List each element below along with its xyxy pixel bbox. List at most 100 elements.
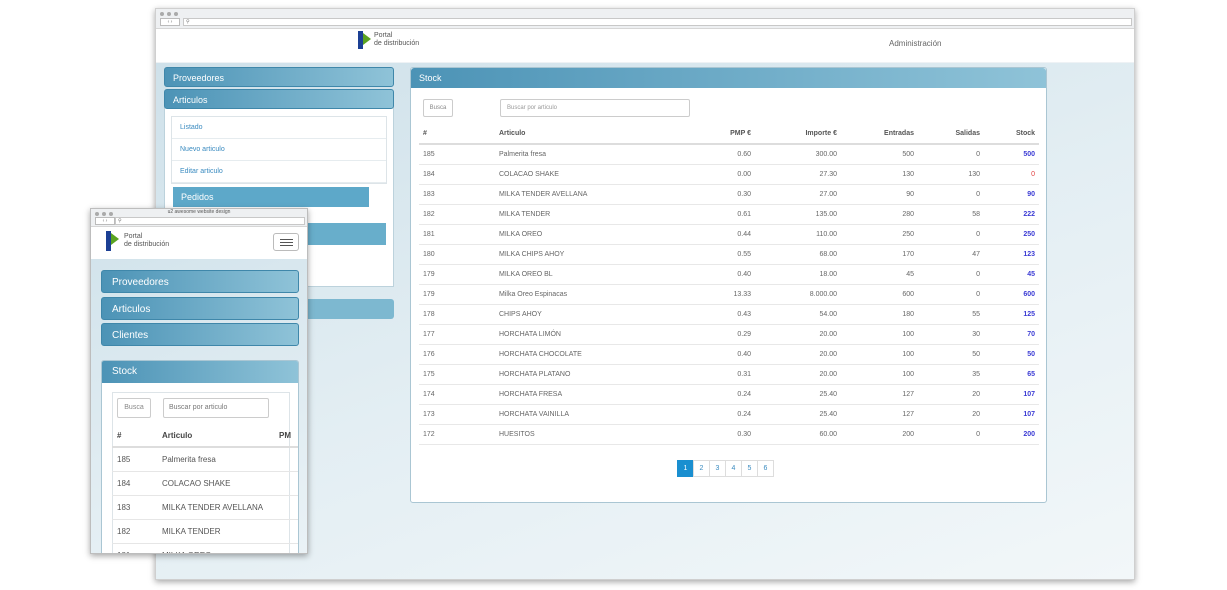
- cell-importe: 20.00: [755, 344, 841, 365]
- cell-articulo: Palmerita fresa: [157, 447, 274, 472]
- table-row[interactable]: 179 MILKA OREO BL 0.40 18.00 45 0 45: [419, 264, 1039, 285]
- cell-entradas: 100: [841, 344, 918, 365]
- cell-entradas: 127: [841, 384, 918, 405]
- menu-articulos[interactable]: Articulos: [101, 297, 299, 320]
- table-row[interactable]: 183 MILKA TENDER AVELLANA: [112, 495, 298, 520]
- sidebar-item-nuevo-articulo[interactable]: Nuevo articulo: [172, 139, 386, 161]
- cell-id: 179: [419, 264, 495, 285]
- col-pmp[interactable]: PM: [274, 425, 298, 448]
- cell-id: 179: [419, 284, 495, 305]
- cell-salidas: 0: [918, 284, 984, 305]
- table-row[interactable]: 176 HORCHATA CHOCOLATE 0.40 20.00 100 50 50: [419, 344, 1039, 365]
- cell-articulo: MILKA CHIPS AHOY: [495, 244, 665, 265]
- table-row[interactable]: 180 MILKA CHIPS AHOY 0.55 68.00 170 47 123: [419, 244, 1039, 265]
- table-row[interactable]: 185 Palmerita fresa 0.60 300.00 500 0 500: [419, 144, 1039, 165]
- cell-salidas: 0: [918, 424, 984, 445]
- page-2-button[interactable]: 2: [693, 460, 710, 477]
- back-forward-buttons[interactable]: ‹ ›: [160, 18, 180, 26]
- cell-salidas: 0: [918, 264, 984, 285]
- stock-table: # Articulo PMP € Importe € Entradas Sali…: [419, 124, 1039, 445]
- col-articulo[interactable]: Articulo: [495, 124, 665, 145]
- cell-id: 174: [419, 384, 495, 405]
- sidebar-articulos[interactable]: Articulos: [164, 89, 394, 109]
- table-row[interactable]: 178 CHIPS AHOY 0.43 54.00 180 55 125: [419, 304, 1039, 325]
- page-4-button[interactable]: 4: [725, 460, 742, 477]
- search-input[interactable]: Buscar por articulo: [163, 398, 269, 418]
- table-row[interactable]: 184 COLACAO SHAKE 0.00 27.30 130 130 0: [419, 164, 1039, 185]
- page-3-button[interactable]: 3: [709, 460, 726, 477]
- cell-salidas: 0: [918, 144, 984, 165]
- table-row[interactable]: 181MILKA OREO: [112, 543, 298, 553]
- cell-stock: 107: [984, 404, 1039, 425]
- cell-id: 185: [419, 144, 495, 165]
- address-bar[interactable]: ⚲: [183, 18, 1132, 26]
- cell-articulo: Milka Oreo Espinacas: [495, 284, 665, 305]
- cell-pmp: 13.33: [665, 284, 755, 305]
- col-pmp[interactable]: PMP €: [665, 124, 755, 145]
- search-button[interactable]: Busca: [117, 398, 151, 418]
- cell-entradas: 130: [841, 164, 918, 185]
- col-entradas[interactable]: Entradas: [841, 124, 918, 145]
- sidebar-proveedores[interactable]: Proveedores: [164, 67, 394, 87]
- table-row[interactable]: 184 COLACAO SHAKE: [112, 471, 298, 496]
- sidebar-item-listado[interactable]: Listado: [172, 117, 386, 139]
- menu-clientes[interactable]: Clientes: [101, 323, 299, 346]
- cell-id: 180: [419, 244, 495, 265]
- table-row[interactable]: 172 HUESITOS 0.30 60.00 200 0 200: [419, 424, 1039, 445]
- cell-pmp: 0.30: [665, 424, 755, 445]
- page-5-button[interactable]: 5: [741, 460, 758, 477]
- table-row[interactable]: 183 MILKA TENDER AVELLANA 0.30 27.00 90 0 90: [419, 184, 1039, 205]
- cell-importe: 20.00: [755, 364, 841, 385]
- col-articulo[interactable]: Articulo: [157, 425, 274, 448]
- search-button[interactable]: Busca: [423, 99, 453, 117]
- search-input[interactable]: Buscar por articulo: [500, 99, 690, 117]
- pagination: 123456: [677, 460, 774, 477]
- cell-id: 184: [419, 164, 495, 185]
- table-row[interactable]: 181 MILKA OREO 0.44 110.00 250 0 250: [419, 224, 1039, 245]
- search-icon: ⚲: [118, 218, 122, 224]
- table-row[interactable]: 179 Milka Oreo Espinacas 13.33 8.000.00 600 0…: [419, 284, 1039, 305]
- cell-salidas: 35: [918, 364, 984, 385]
- mobile-browser-chrome: u2 awesome website design ‹ › ⚲: [91, 209, 307, 227]
- admin-link[interactable]: Administración: [889, 39, 941, 48]
- cell-articulo: MILKA TENDER AVELLANA: [495, 184, 665, 205]
- table-row[interactable]: 182 MILKA TENDER 0.61 135.00 280 58 222: [419, 204, 1039, 225]
- page-6-button[interactable]: 6: [757, 460, 774, 477]
- cell-articulo: MILKA TENDER: [495, 204, 665, 225]
- cell-importe: 54.00: [755, 304, 841, 325]
- cell-importe: 25.40: [755, 404, 841, 425]
- mobile-page-body: Proveedores Articulos Clientes Stock Bus…: [91, 259, 307, 553]
- cell-articulo: COLACAO SHAKE: [495, 164, 665, 185]
- portal-logo-icon: [106, 231, 120, 251]
- table-row[interactable]: 173 HORCHATA VAINILLA 0.24 25.40 127 20 107: [419, 404, 1039, 425]
- table-header-row: # Articulo PMP € Importe € Entradas Sali…: [419, 124, 1039, 145]
- sidebar-sublist-wrap: Listado Nuevo articulo Editar articulo: [164, 109, 394, 191]
- col-stock[interactable]: Stock: [984, 124, 1039, 145]
- portal-logo[interactable]: Portal de distribución: [358, 31, 419, 49]
- menu-proveedores[interactable]: Proveedores: [101, 270, 299, 293]
- cell-stock: 125: [984, 304, 1039, 325]
- address-bar[interactable]: ⚲: [115, 217, 305, 225]
- page-1-button[interactable]: 1: [677, 460, 694, 477]
- hamburger-menu-icon[interactable]: [273, 233, 299, 251]
- table-row[interactable]: 174 HORCHATA FRESA 0.24 25.40 127 20 107: [419, 384, 1039, 405]
- table-row[interactable]: 182 MILKA TENDER: [112, 519, 298, 544]
- col-importe[interactable]: Importe €: [755, 124, 841, 145]
- back-forward-buttons[interactable]: ‹ ›: [95, 217, 115, 225]
- col-id[interactable]: #: [419, 124, 495, 145]
- cell-entradas: 280: [841, 204, 918, 225]
- logo-line2: de distribución: [374, 40, 420, 47]
- table-row[interactable]: 177 HORCHATA LIMÓN 0.29 20.00 100 30 70: [419, 324, 1039, 345]
- cell-pmp: 0.30: [665, 184, 755, 205]
- portal-logo[interactable]: Portal de distribución: [106, 231, 169, 251]
- window-controls: [160, 12, 178, 16]
- col-salidas[interactable]: Salidas: [918, 124, 984, 145]
- cell-pmp: 0.40: [665, 344, 755, 365]
- sidebar-item-editar-articulo[interactable]: Editar articulo: [172, 161, 386, 183]
- cell-importe: 300.00: [755, 144, 841, 165]
- sidebar-item-pedidos[interactable]: Pedidos: [173, 187, 369, 207]
- cell-articulo: MILKA OREO BL: [495, 264, 665, 285]
- table-row[interactable]: 175 HORCHATA PLATANO 0.31 20.00 100 35 65: [419, 364, 1039, 385]
- table-row[interactable]: 185 Palmerita fresa: [112, 447, 298, 472]
- col-id[interactable]: #: [112, 425, 157, 448]
